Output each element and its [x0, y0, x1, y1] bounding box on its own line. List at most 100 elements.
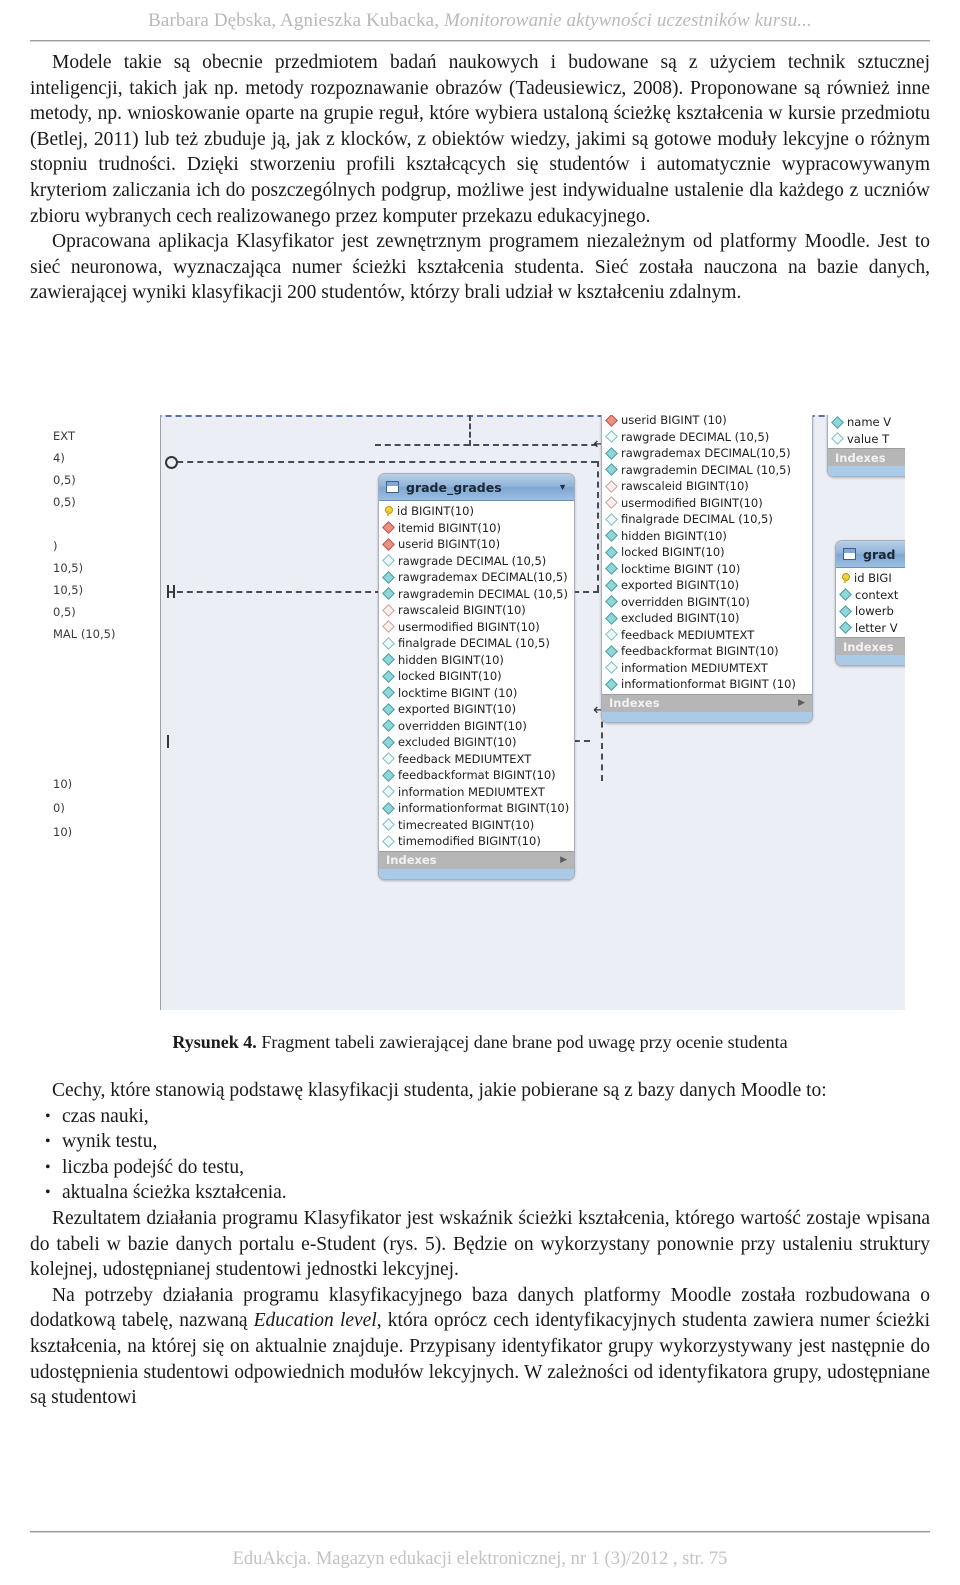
- field-label: value T: [847, 431, 890, 446]
- field-row: usermodified BIGINT(10): [602, 495, 812, 512]
- field-label: information MEDIUMTEXT: [398, 784, 545, 799]
- field-label: rawgrademax DECIMAL(10,5): [398, 570, 568, 584]
- attribute-icon: [382, 653, 395, 667]
- left-fragment: 0,5): [53, 473, 76, 487]
- er-diagram-canvas: EXT 4) 0,5) 0,5) ) 10,5) 10,5) 0,5) MAL …: [45, 415, 905, 1010]
- attribute-icon: [382, 752, 395, 766]
- paragraph-4: Rezultatem działania programu Klasyfikat…: [30, 1207, 930, 1281]
- running-head-title: Monitorowanie aktywności uczestników kur…: [443, 10, 812, 31]
- field-row: context: [836, 587, 905, 604]
- attribute-icon: [605, 463, 618, 477]
- field-row: rawgrademax DECIMAL(10,5): [379, 569, 574, 586]
- field-row: lowerb: [836, 603, 905, 620]
- field-label: information MEDIUMTEXT: [621, 660, 768, 675]
- field-label: id BIGINT(10): [397, 504, 474, 518]
- field-row: feedbackformat BIGINT(10): [602, 643, 812, 660]
- attribute-icon: [605, 611, 618, 625]
- relationship-line: [469, 415, 471, 446]
- field-label: rawgrademin DECIMAL (10,5): [621, 462, 791, 477]
- field-label: feedbackformat BIGINT(10): [398, 768, 556, 782]
- field-row: finalgrade DECIMAL (10,5): [602, 511, 812, 528]
- field-row: rawgrade DECIMAL (10,5): [602, 429, 812, 446]
- field-label: hidden BIGINT(10): [398, 652, 504, 667]
- entity-grade-grades-history[interactable]: userid BIGINT (10) rawgrade DECIMAL (10,…: [601, 415, 813, 723]
- paragraph-3: Cechy, które stanowią podstawę klasyfika…: [52, 1080, 827, 1101]
- entity-title: grad: [863, 546, 896, 562]
- attribute-icon: [382, 587, 395, 601]
- relationship-line: [375, 444, 607, 446]
- field-label: rawgrademin DECIMAL (10,5): [398, 586, 568, 601]
- chevron-right-icon[interactable]: ▶: [798, 698, 805, 708]
- indexes-bar[interactable]: Indexes: [828, 448, 905, 466]
- entity-footer: [828, 466, 905, 476]
- field-row: id BIGINT(10): [379, 503, 574, 520]
- attribute-icon: [605, 529, 618, 543]
- running-head: Barbara Dębska, Agnieszka Kubacka, Monit…: [0, 0, 960, 42]
- chevron-right-icon[interactable]: ▶: [560, 855, 567, 865]
- relationship-line: [167, 461, 597, 463]
- relationship-line: [597, 461, 599, 591]
- field-row: timecreated BIGINT(10): [379, 817, 574, 834]
- footer-rule: [30, 1531, 930, 1533]
- field-row: usermodified BIGINT(10): [379, 619, 574, 636]
- chevron-down-icon[interactable]: ▼: [558, 482, 567, 492]
- attribute-icon: [839, 588, 852, 602]
- figure-caption-label: Rysunek 4.: [172, 1032, 257, 1052]
- attribute-icon: [382, 785, 395, 799]
- indexes-label: Indexes: [843, 639, 894, 654]
- relationship-one-marker: [167, 735, 169, 748]
- entity-grade-grades[interactable]: grade_grades ▼ id BIGINT(10) itemid BIGI…: [378, 473, 575, 880]
- foreign-key-icon: [382, 521, 395, 535]
- indexes-bar[interactable]: Indexes ▶: [379, 850, 574, 869]
- attribute-icon: [605, 562, 618, 576]
- left-fragment: 0,5): [53, 495, 76, 509]
- paragraph-1: Modele takie są obecnie przedmiotem bada…: [30, 52, 930, 227]
- entity-grade-letters-clipped[interactable]: grad id BIGI context lowerb letter V Ind…: [835, 540, 905, 666]
- left-fragment: 10,5): [53, 561, 84, 575]
- field-row: locktime BIGINT (10): [379, 685, 574, 702]
- field-row: rawgrademin DECIMAL (10,5): [379, 586, 574, 603]
- entity-field-list: id BIGINT(10) itemid BIGINT(10) userid B…: [379, 501, 574, 851]
- left-fragment: MAL (10,5): [53, 627, 116, 641]
- page-footer: EduAkcja. Magazyn edukacji elektroniczne…: [232, 1548, 728, 1569]
- field-label: overridden BIGINT(10): [398, 718, 527, 733]
- entity-title: grade_grades: [406, 479, 502, 495]
- article-body-top: Modele takie są obecnie przedmiotem bada…: [30, 50, 930, 306]
- field-row: hidden BIGINT(10): [602, 528, 812, 545]
- list-item: czas nauki,: [45, 1104, 930, 1130]
- entity-field-list: name V value T: [828, 415, 905, 448]
- entity-header[interactable]: grade_grades ▼: [379, 474, 574, 501]
- field-row: excluded BIGINT(10): [379, 734, 574, 751]
- entity-header[interactable]: grad: [836, 541, 905, 568]
- field-row: locked BIGINT(10): [379, 668, 574, 685]
- left-fragment: 10): [53, 825, 73, 839]
- field-label: excluded BIGINT(10): [398, 735, 517, 749]
- field-label: locked BIGINT(10): [621, 545, 725, 559]
- foreign-key-icon: [382, 537, 395, 551]
- field-label: usermodified BIGINT(10): [398, 619, 540, 634]
- indexes-bar[interactable]: Indexes: [836, 637, 905, 655]
- field-row: informationformat BIGINT(10): [379, 800, 574, 817]
- entity-footer: [836, 655, 905, 665]
- field-label: informationformat BIGINT (10): [621, 677, 796, 691]
- attribute-icon: [605, 677, 618, 691]
- indexes-bar[interactable]: Indexes ▶: [602, 693, 812, 712]
- paragraph-2: Opracowana aplikacja Klasyfikator jest z…: [30, 231, 930, 304]
- figure-4: EXT 4) 0,5) 0,5) ) 10,5) 10,5) 0,5) MAL …: [30, 415, 930, 1015]
- field-row: locked BIGINT(10): [602, 544, 812, 561]
- field-label: feedbackformat BIGINT(10): [621, 644, 779, 658]
- field-row: feedback MEDIUMTEXT: [379, 751, 574, 768]
- entity-settings-clipped[interactable]: name V value T Indexes: [827, 415, 905, 477]
- field-label: timecreated BIGINT(10): [398, 817, 535, 832]
- field-row: locktime BIGINT (10): [602, 561, 812, 578]
- field-row: timemodified BIGINT(10): [379, 833, 574, 850]
- indexes-label: Indexes: [609, 696, 660, 710]
- field-label: feedback MEDIUMTEXT: [398, 751, 532, 766]
- article-body-bottom: Cechy, które stanowią podstawę klasyfika…: [30, 1078, 930, 1411]
- entity-footer: [379, 868, 574, 879]
- attribute-icon: [382, 620, 395, 634]
- paragraph-5-emphasis: Education level: [253, 1310, 377, 1332]
- entity-footer: [602, 711, 812, 722]
- header-rule: [30, 40, 930, 42]
- field-row: userid BIGINT (10): [602, 415, 812, 429]
